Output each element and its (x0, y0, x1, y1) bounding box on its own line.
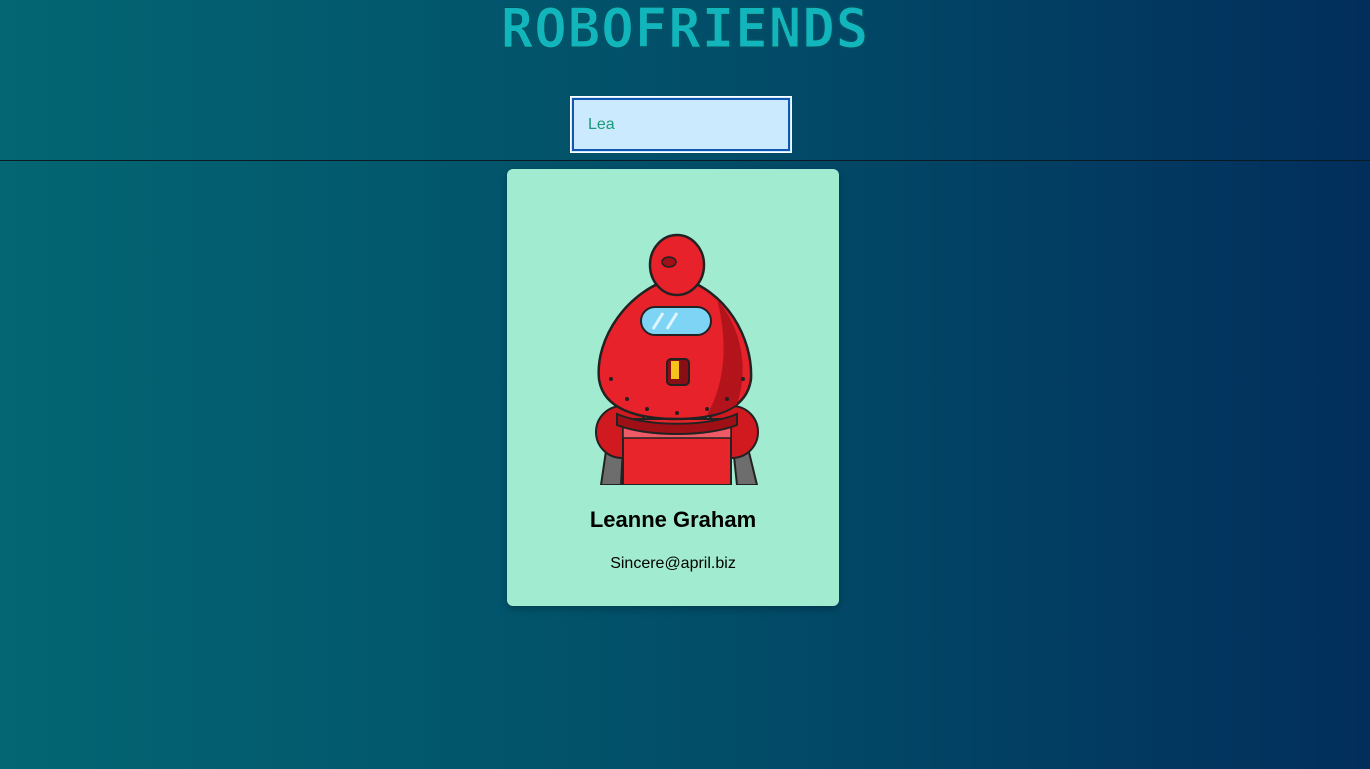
robot-email: Sincere@april.biz (610, 555, 736, 572)
header-divider (0, 160, 1370, 161)
red-robot-icon (595, 233, 759, 485)
robot-card: Leanne Graham Sincere@april.biz (507, 169, 839, 606)
robot-name: Leanne Graham (589, 507, 757, 532)
header: ROBOFRIENDS (0, 0, 1370, 160)
search-input[interactable] (570, 96, 792, 153)
app-title: ROBOFRIENDS (500, 0, 870, 60)
